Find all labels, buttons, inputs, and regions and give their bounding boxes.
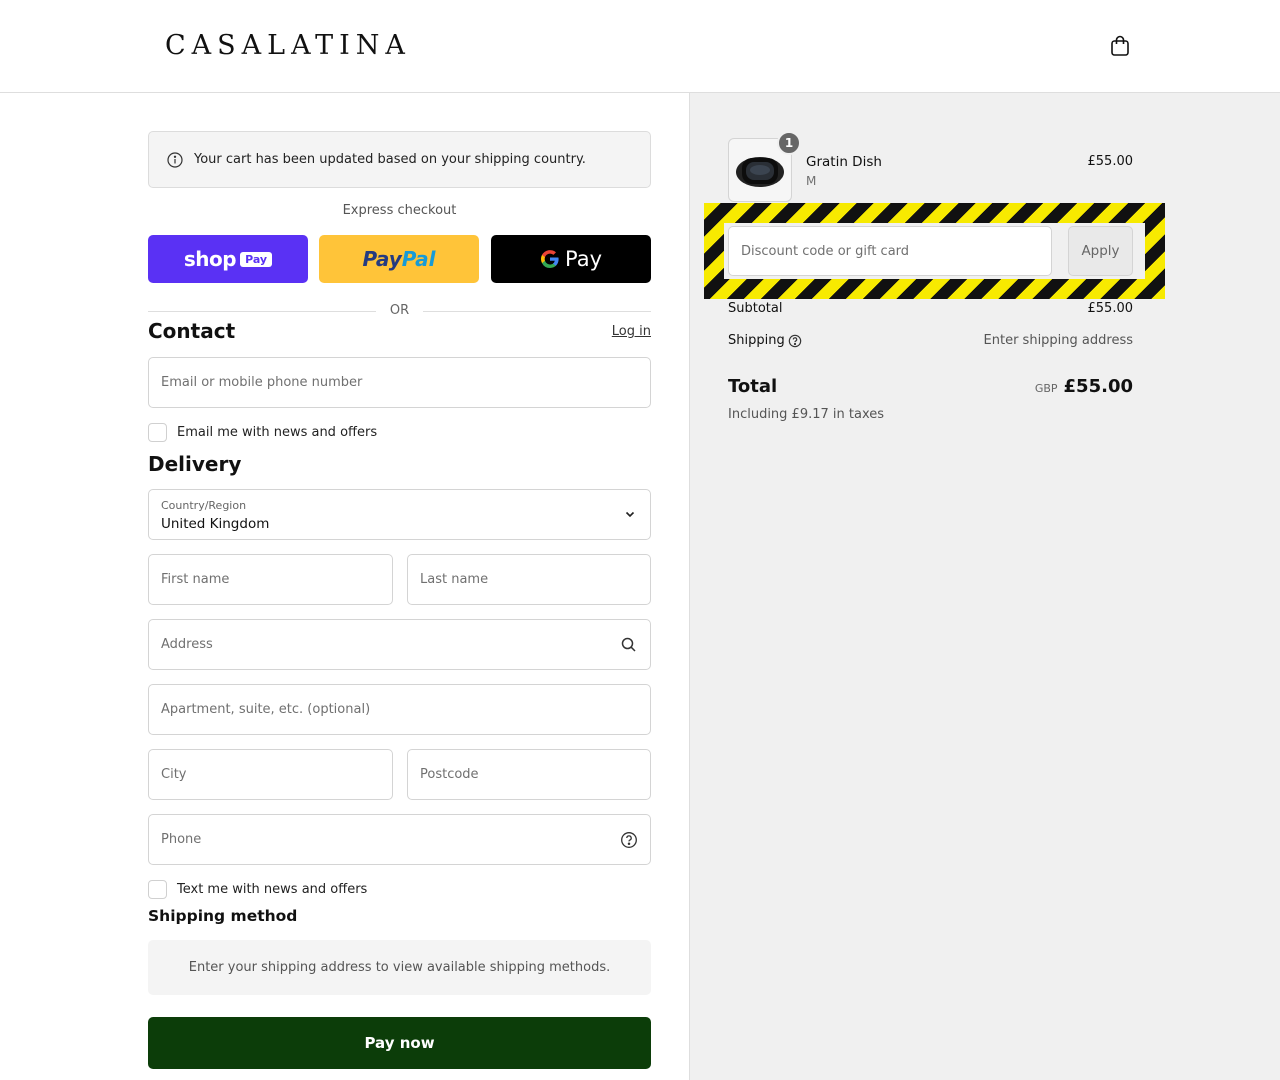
shop-pay-word: shop — [183, 247, 237, 271]
total-label: Total — [728, 376, 778, 397]
address-input[interactable] — [149, 620, 650, 669]
country-value: United Kingdom — [161, 516, 270, 532]
express-checkout-label: Express checkout — [342, 203, 457, 218]
shipping-method-heading: Shipping method — [148, 907, 298, 925]
site-header: CASALATINA — [0, 0, 1280, 93]
email-news-checkbox[interactable] — [148, 423, 167, 442]
search-icon[interactable] — [620, 636, 638, 654]
brand-logo[interactable]: CASALATINA — [165, 30, 411, 61]
paypal-part1: Pay — [362, 247, 402, 271]
contact-heading: Contact — [148, 319, 236, 343]
or-divider: OR — [148, 303, 651, 319]
shop-pay-button[interactable]: shop Pay — [148, 235, 308, 283]
info-icon — [167, 151, 183, 168]
paypal-button[interactable]: PayPal — [319, 235, 479, 283]
email-field[interactable] — [148, 357, 651, 408]
shipping-method-info: Enter your shipping address to view avai… — [148, 940, 651, 995]
apply-discount-button[interactable]: Apply — [1068, 226, 1133, 276]
first-name-input[interactable] — [149, 555, 392, 604]
discount-field[interactable] — [728, 226, 1052, 276]
paypal-logo: PayPal — [362, 247, 435, 271]
order-summary: 1 Gratin Dish M £55.00 Apply Subtotal £5… — [689, 93, 1280, 1080]
product-price: £55.00 — [1087, 154, 1134, 169]
address-field[interactable] — [148, 619, 651, 670]
shopping-bag-icon — [1111, 35, 1129, 56]
taxes-note: Including £9.17 in taxes — [728, 407, 885, 422]
discount-input[interactable] — [729, 227, 1051, 275]
cart-button[interactable] — [1106, 32, 1134, 60]
shipping-value: Enter shipping address — [983, 333, 1133, 348]
delivery-heading: Delivery — [148, 452, 242, 476]
product-variant: M — [806, 174, 817, 188]
subtotal-value: £55.00 — [1087, 301, 1134, 316]
google-g-icon — [540, 250, 559, 268]
or-label: OR — [389, 303, 410, 318]
total-value-group: GBP £55.00 — [940, 376, 1133, 397]
last-name-field[interactable] — [407, 554, 651, 605]
email-input[interactable] — [149, 358, 650, 407]
product-name: Gratin Dish — [806, 154, 882, 170]
email-news-label: Email me with news and offers — [177, 425, 378, 440]
checkout-form: Your cart has been updated based on your… — [0, 93, 690, 1080]
sms-news-option[interactable]: Text me with news and offers — [148, 880, 367, 899]
pay-now-button[interactable]: Pay now — [148, 1017, 651, 1069]
shop-pay-badge: Pay — [240, 251, 273, 267]
currency-code: GBP — [1034, 382, 1058, 395]
first-name-field[interactable] — [148, 554, 393, 605]
city-field[interactable] — [148, 749, 393, 800]
total-value: £55.00 — [1063, 376, 1133, 397]
quantity-badge: 1 — [777, 131, 801, 155]
sms-news-label: Text me with news and offers — [177, 882, 368, 897]
postcode-input[interactable] — [408, 750, 650, 799]
chevron-down-icon — [625, 511, 635, 518]
last-name-input[interactable] — [408, 555, 650, 604]
shipping-label: Shipping — [728, 333, 785, 348]
shipping-method-info-text: Enter your shipping address to view avai… — [188, 960, 611, 975]
country-select[interactable]: Country/Region United Kingdom — [148, 489, 651, 540]
notice-text: Your cart has been updated based on your… — [194, 152, 586, 167]
cart-updated-notice: Your cart has been updated based on your… — [148, 131, 651, 188]
help-circle-icon[interactable] — [788, 334, 802, 348]
log-in-link[interactable]: Log in — [583, 324, 651, 339]
subtotal-label: Subtotal — [728, 301, 783, 316]
apartment-field[interactable] — [148, 684, 651, 735]
phone-input[interactable] — [149, 815, 650, 864]
google-pay-word: Pay — [564, 247, 603, 271]
help-circle-icon[interactable] — [620, 831, 638, 849]
city-input[interactable] — [149, 750, 392, 799]
sms-news-checkbox[interactable] — [148, 880, 167, 899]
email-news-option[interactable]: Email me with news and offers — [148, 423, 377, 442]
subtotal-row: Subtotal £55.00 — [728, 301, 1133, 316]
google-pay-button[interactable]: Pay — [491, 235, 651, 283]
gratin-dish-image — [736, 157, 784, 187]
shipping-row: Shipping Enter shipping address — [728, 333, 1133, 348]
paypal-part2: Pal — [401, 247, 436, 271]
phone-field[interactable] — [148, 814, 651, 865]
country-label: Country/Region — [161, 499, 247, 512]
apartment-input[interactable] — [149, 685, 650, 734]
postcode-field[interactable] — [407, 749, 651, 800]
